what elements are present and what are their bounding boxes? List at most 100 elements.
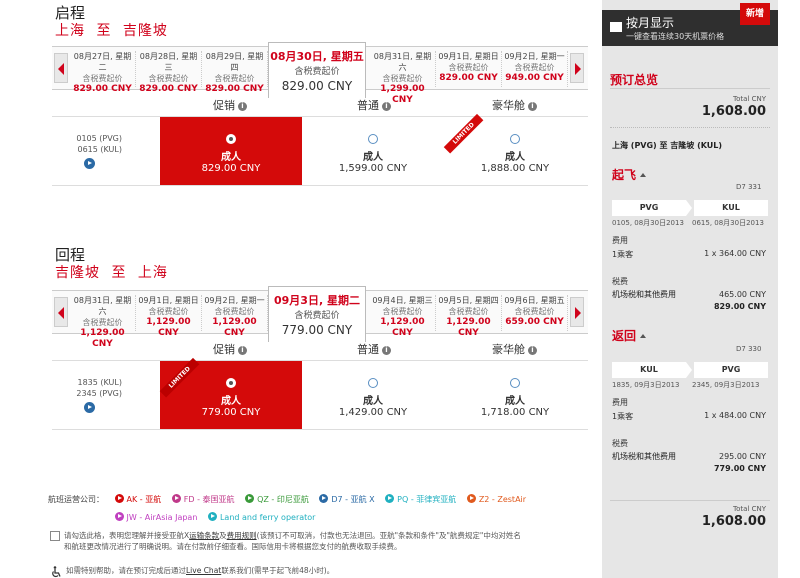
new-badge: 新增	[740, 3, 770, 25]
date-cell[interactable]: 08月31日, 星期六 含税费起价 1,129.00 CNY	[70, 295, 136, 349]
fare-radio[interactable]	[510, 378, 520, 388]
col-header-regular: 普通 i	[357, 341, 391, 357]
info-icon[interactable]: i	[382, 346, 391, 355]
caret-up-icon	[640, 173, 647, 177]
ferry-icon	[207, 512, 217, 521]
next-date-arrow-icon[interactable]	[570, 53, 584, 83]
fare-radio[interactable]	[368, 134, 378, 144]
passenger-count: 1乘客	[612, 412, 634, 421]
wheelchair-icon	[50, 563, 62, 578]
tax-amount: 465.00 CNY	[719, 290, 766, 299]
date-cell[interactable]: 09月5日, 星期四 含税费起价 1,129.00 CNY	[436, 295, 502, 338]
airline-legend: 航班运营公司： AK - 亚航 FD - 泰国亚航 QZ - 印尼亚航 D7 -…	[48, 491, 588, 527]
carriage-terms-link[interactable]: 运输条款	[189, 531, 219, 540]
tax-label: 税费	[612, 439, 628, 448]
fee-rules-link[interactable]: 费用规则	[227, 531, 257, 540]
flight-number: D7 331	[736, 183, 762, 191]
date-cell[interactable]: 09月2日, 星期一 含税费起价 949.00 CNY	[502, 51, 568, 87]
fare-radio[interactable]	[226, 378, 236, 388]
fare-label: 费用	[612, 398, 628, 407]
destination-code: PVG	[694, 362, 768, 378]
destination-time: 0615, 08月30日2013	[692, 219, 764, 227]
flight-details-icon[interactable]	[84, 402, 95, 413]
route-from: 上海	[55, 23, 85, 39]
prev-date-arrow-icon[interactable]	[54, 53, 68, 83]
route-arrow-icon	[686, 200, 692, 216]
fare-premium[interactable]: 成人 1,718.00 CNY	[444, 361, 586, 429]
tax-desc: 机场税和其他费用	[612, 452, 676, 461]
selected-date[interactable]: 08月30日, 星期五 含税费起价 829.00 CNY	[268, 42, 366, 98]
fare-radio[interactable]	[510, 134, 520, 144]
route-to: 吉隆坡	[122, 23, 168, 39]
col-header-premium: 豪华舱 i	[492, 97, 537, 113]
route-from: 吉隆坡	[55, 265, 100, 281]
passenger-count: 1乘客	[612, 250, 634, 259]
col-header-promo: 促销 i	[213, 341, 247, 357]
total-amount: 1,608.00	[701, 104, 766, 119]
return-section-toggle[interactable]: 返回	[612, 327, 647, 344]
date-cell[interactable]: 09月2日, 星期一 含税费起价 1,129.00 CNY	[202, 295, 268, 338]
flight-times: 1835 (KUL) 2345 (PVG)	[76, 378, 122, 398]
date-cell[interactable]: 08月28日, 星期三 含税费起价 829.00 CNY	[136, 51, 202, 94]
live-chat-link[interactable]: Live Chat	[186, 566, 221, 575]
col-header-regular: 普通 i	[357, 97, 391, 113]
date-cell[interactable]: 08月31日, 星期六 含税费起价 1,299.00 CNY	[370, 51, 436, 105]
flight-times: 0105 (PVG) 0615 (KUL)	[76, 134, 122, 154]
airline-qz: QZ - 印尼亚航	[245, 491, 309, 509]
passenger-fare: 1 x 484.00 CNY	[704, 411, 766, 420]
fare-promo[interactable]: 成人 829.00 CNY	[160, 117, 302, 185]
info-icon[interactable]: i	[238, 346, 247, 355]
toggle-subtitle: 一键查看连续30天机票价格	[626, 32, 725, 41]
fare-radio[interactable]	[368, 378, 378, 388]
airline-jw: JW - AirAsia Japan	[114, 509, 197, 527]
fare-radio[interactable]	[226, 134, 236, 144]
depart-section-toggle[interactable]: 起飞	[612, 166, 647, 183]
fare-label: 费用	[612, 236, 628, 245]
date-cell[interactable]: 09月6日, 星期五 含税费起价 659.00 CNY	[502, 295, 568, 331]
total-amount: 1,608.00	[701, 514, 766, 529]
divider	[610, 500, 770, 501]
next-date-arrow-icon[interactable]	[570, 297, 584, 327]
destination-time: 2345, 09月3日2013	[692, 381, 760, 389]
date-cell[interactable]: 09月1日, 星期日 含税费起价 829.00 CNY	[436, 51, 502, 87]
airline-arrow-icon	[385, 494, 395, 503]
prev-date-arrow-icon[interactable]	[54, 297, 68, 327]
airline-arrow-icon	[171, 494, 181, 503]
info-icon[interactable]: i	[528, 346, 537, 355]
info-icon[interactable]: i	[238, 102, 247, 111]
date-cell[interactable]: 08月27日, 星期二 含税费起价 829.00 CNY	[70, 51, 136, 94]
calendar-icon	[610, 22, 622, 32]
fare-regular[interactable]: 成人 1,599.00 CNY	[302, 117, 444, 185]
route-to: 上海	[137, 265, 168, 281]
help-text: 如需特别帮助，请在预订完成后通过Live Chat联系我们(需早于起飞前48小时…	[66, 566, 335, 575]
info-icon[interactable]: i	[528, 102, 537, 111]
airline-pq: PQ - 菲律宾亚航	[385, 491, 456, 509]
airline-arrow-icon	[245, 494, 255, 503]
date-cell[interactable]: 09月1日, 星期日 含税费起价 1,129.00 CNY	[136, 295, 202, 338]
divider	[610, 127, 770, 128]
date-cell[interactable]: 08月29日, 星期四 含税费起价 829.00 CNY	[202, 51, 268, 94]
origin-time: 1835, 09月3日2013	[612, 381, 680, 389]
destination-code: KUL	[694, 200, 768, 216]
flight-details-icon[interactable]	[84, 158, 95, 169]
trip-route: 上海 (PVG) 至 吉隆坡 (KUL)	[612, 141, 723, 150]
tax-desc: 机场税和其他费用	[612, 290, 676, 299]
fare-regular[interactable]: 成人 1,429.00 CNY	[302, 361, 444, 429]
selected-date[interactable]: 09月3日, 星期二 含税费起价 779.00 CNY	[268, 286, 366, 342]
toggle-title: 按月显示	[626, 16, 675, 30]
flight-number: D7 330	[736, 345, 762, 353]
airline-d7: D7 - 亚航 X	[319, 491, 375, 509]
return-route: 吉隆坡 至 上海	[55, 262, 168, 282]
col-header-premium: 豪华舱 i	[492, 341, 537, 357]
total-label: Total CNY	[733, 505, 766, 513]
route-to-word: 至	[111, 265, 127, 281]
airline-legend-label: 航班运营公司：	[48, 495, 104, 504]
terms-checkbox[interactable]	[50, 531, 60, 541]
date-cell[interactable]: 09月4日, 星期三 含税费起价 1,129.00 CNY	[370, 295, 436, 338]
airline-z2: Z2 - ZestAir	[466, 491, 526, 509]
airline-land-ferry: Land and ferry operator	[207, 509, 315, 527]
depart-subtotal: 829.00 CNY	[713, 302, 766, 311]
origin-time: 0105, 08月30日2013	[612, 219, 684, 227]
info-icon[interactable]: i	[382, 102, 391, 111]
caret-up-icon	[640, 334, 647, 338]
